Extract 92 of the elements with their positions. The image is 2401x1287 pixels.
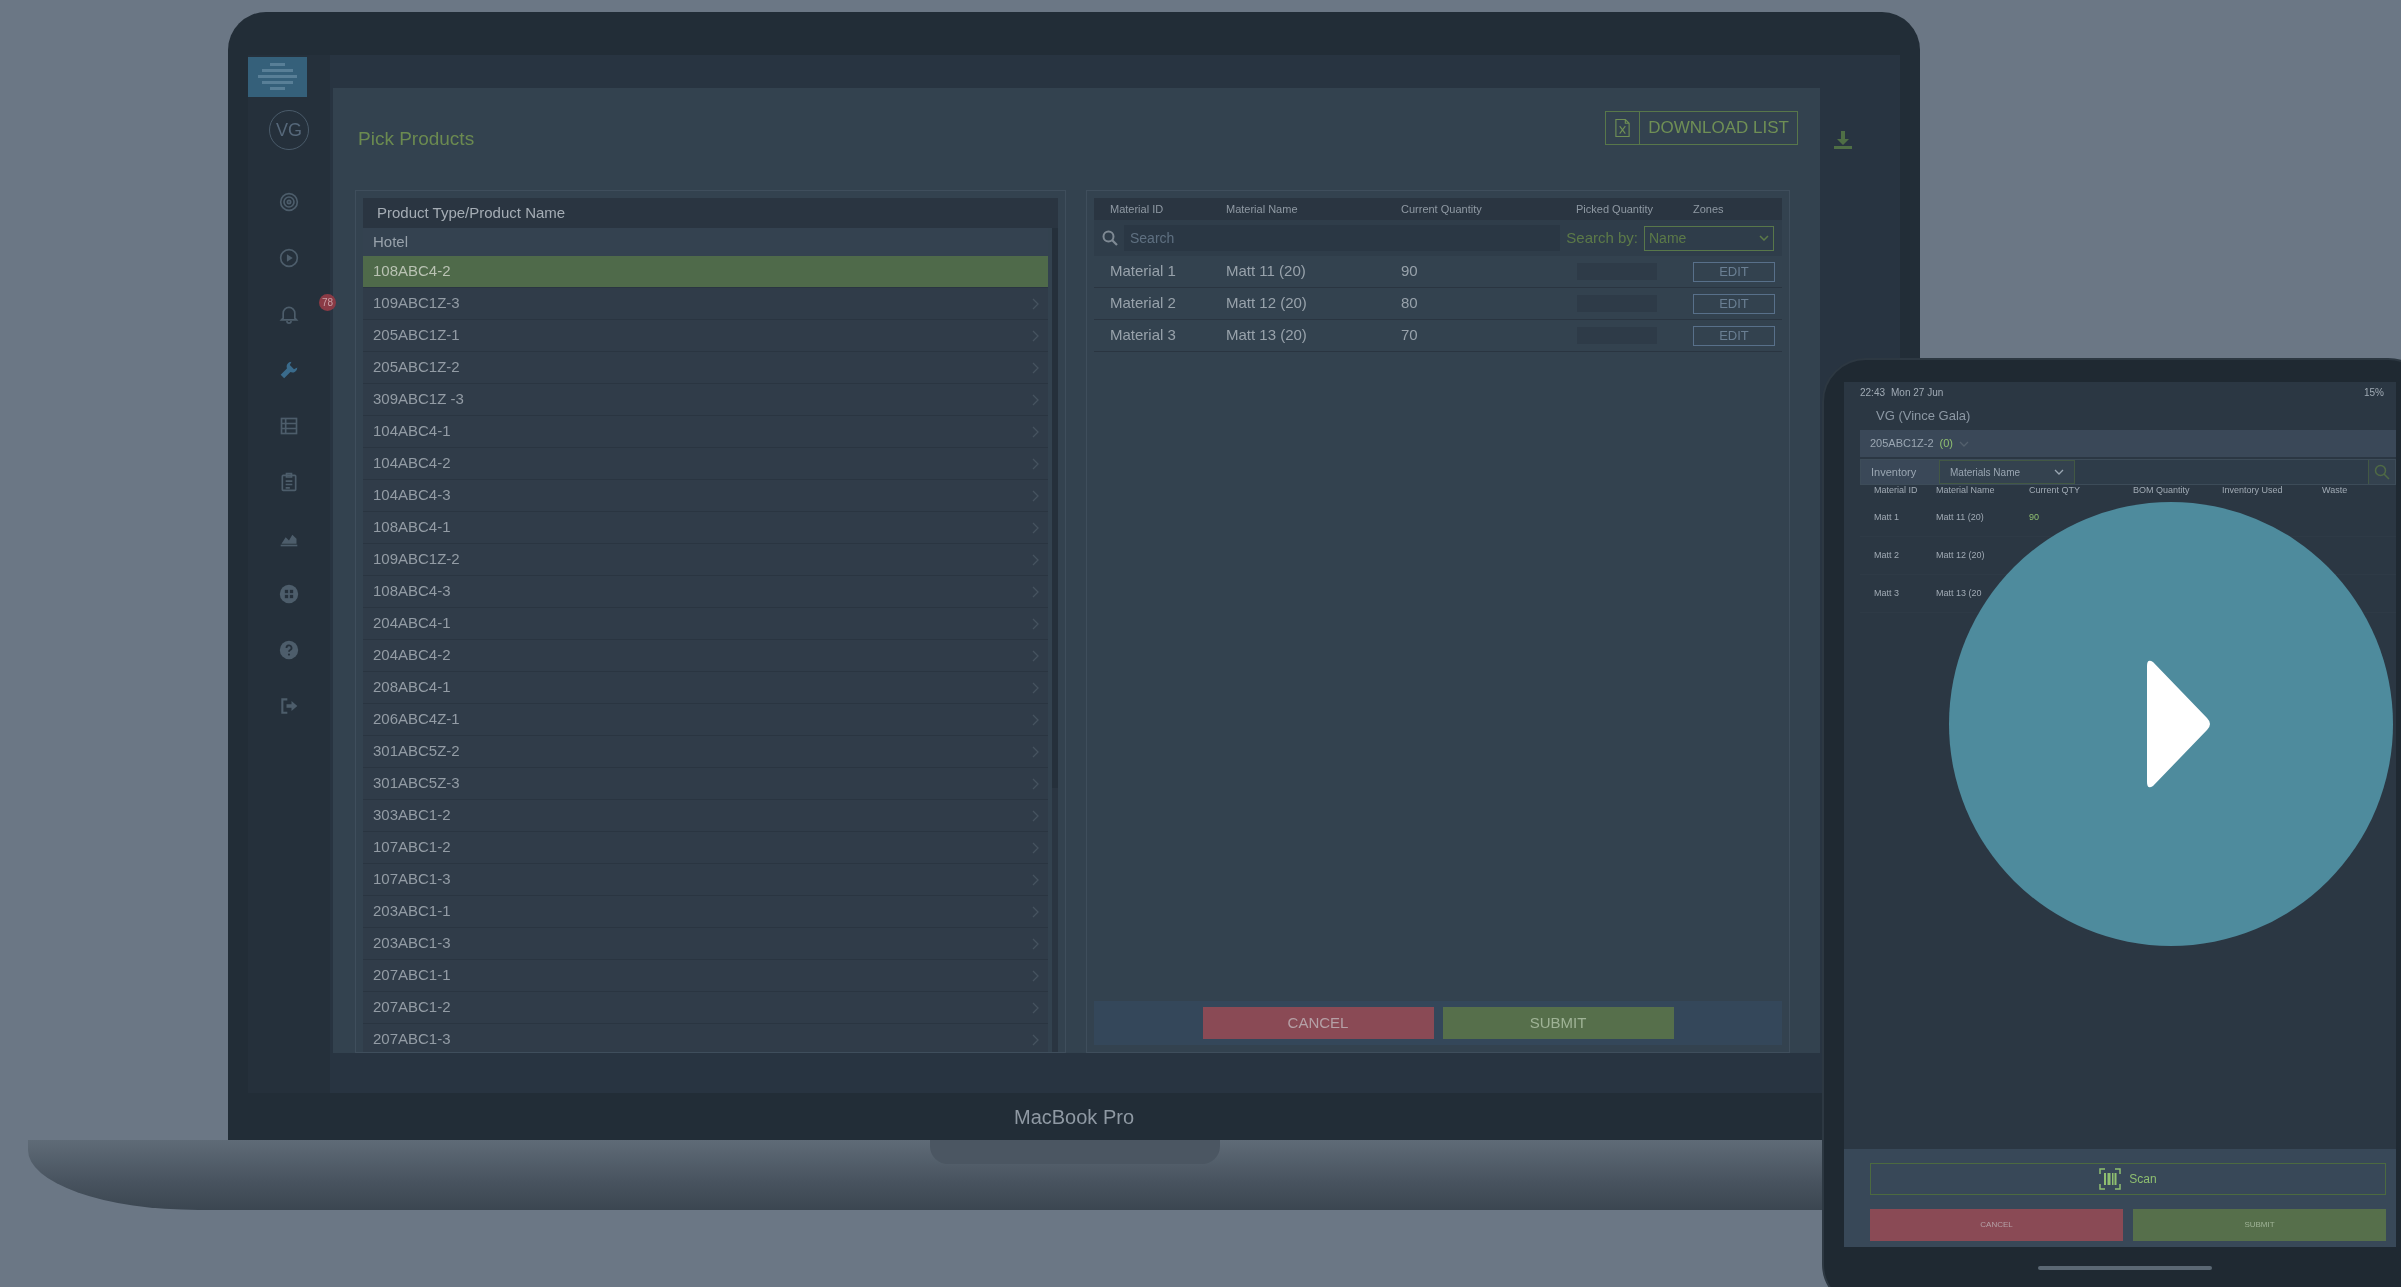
product-list-item[interactable]: 108ABC4-1 [363, 512, 1048, 544]
search-icon [1102, 230, 1118, 246]
page-title: Pick Products [357, 126, 475, 151]
list-icon[interactable] [279, 416, 299, 436]
filter-label: Inventory [1861, 460, 1939, 484]
product-list-item[interactable]: 207ABC1-2 [363, 992, 1048, 1024]
battery-level: 15% [2364, 385, 2384, 400]
column-header: Material ID [1110, 201, 1165, 217]
column-header: BOM Quantity [2133, 484, 2191, 498]
caret-icon [1759, 235, 1769, 241]
table-cell-text: Matt 11 (20) [1226, 261, 1307, 282]
column-header: Current Quantity [1401, 201, 1483, 217]
table-cell-text: Material 1 [1110, 261, 1177, 282]
edit-button[interactable]: EDIT [1693, 293, 1775, 314]
search-icon[interactable] [2374, 464, 2390, 480]
column-header: Picked Quantity [1576, 201, 1655, 217]
search-field[interactable] [2075, 460, 2369, 484]
clipboard-icon[interactable] [279, 472, 299, 492]
target-icon[interactable] [279, 192, 299, 212]
product-list-item[interactable]: 108ABC4-3 [363, 576, 1048, 608]
cancel-button[interactable]: CANCEL [1202, 1007, 1434, 1039]
play-circle-icon[interactable] [279, 248, 299, 268]
product-list-item[interactable]: 208ABC4-1 [363, 672, 1048, 704]
table-cell-text: Matt 12 (20) [1936, 548, 1986, 562]
column-header: Inventory Used [2222, 484, 2284, 498]
product-list-item[interactable]: 109ABC1Z-3 [363, 288, 1048, 320]
laptop-label: MacBook Pro [1013, 1104, 1135, 1130]
product-selector[interactable]: 205ABC1Z-2 (0) [1860, 430, 2396, 457]
product-list-item[interactable]: 309ABC1Z -3 [363, 384, 1048, 416]
product-list-item[interactable]: 109ABC1Z-2 [363, 544, 1048, 576]
barcode-icon [2099, 1168, 2122, 1190]
product-list-item[interactable]: 206ABC4Z-1 [363, 704, 1048, 736]
table-cell-text: Matt 12 (20) [1226, 293, 1308, 314]
search-field[interactable]: Search [1124, 225, 1561, 251]
notification-badge: 78 [319, 294, 336, 311]
user-title: VG (Vince Gala) [1875, 407, 1972, 426]
edit-button[interactable]: EDIT [1693, 261, 1775, 282]
edit-button[interactable]: EDIT [1693, 325, 1775, 346]
column-header: Material ID [1874, 484, 1919, 498]
table-cell-text: Matt 2 [1874, 548, 1900, 562]
product-list-item[interactable]: 205ABC1Z-2 [363, 352, 1048, 384]
download-list-button[interactable]: DOWNLOAD LIST [1605, 111, 1798, 145]
column-header: Material Name [1936, 484, 1996, 498]
table-cell-text: 70 [1401, 325, 1419, 346]
search-by-label: Search by: [1566, 227, 1638, 248]
column-header: Current QTY [2029, 484, 2081, 498]
product-list-item[interactable]: 205ABC1Z-1 [363, 320, 1048, 352]
product-list-item[interactable]: 104ABC4-2 [363, 448, 1048, 480]
column-header: Zones [1693, 201, 1725, 217]
product-list-item[interactable]: 207ABC1-1 [363, 960, 1048, 992]
status-time: 22:43 [1860, 385, 1886, 400]
product-list-item[interactable]: 107ABC1-2 [363, 832, 1048, 864]
table-cell-text: Matt 11 (20) [1936, 510, 1985, 524]
table-cell-text: 80 [1401, 293, 1419, 314]
filter-dropdown[interactable]: Materials Name [1939, 460, 2075, 484]
product-list-item[interactable]: 204ABC4-2 [363, 640, 1048, 672]
product-list-item[interactable]: 108ABC4-2 [363, 256, 1048, 288]
product-list-item[interactable]: 303ABC1-2 [363, 800, 1048, 832]
help-icon[interactable] [279, 640, 299, 660]
submit-button[interactable]: SUBMIT [2133, 1209, 2386, 1241]
status-date: Mon 27 Jun [1891, 385, 1944, 400]
scan-button[interactable]: Scan [1870, 1163, 2386, 1195]
table-cell-text: Material 3 [1110, 325, 1177, 346]
grid-circle-icon[interactable] [279, 584, 299, 604]
product-list-item[interactable]: 204ABC4-1 [363, 608, 1048, 640]
table-cell-text: Matt 3 [1874, 586, 1900, 600]
submit-button[interactable]: SUBMIT [1442, 1007, 1674, 1039]
table-cell-text: 90 [1401, 261, 1419, 282]
product-list-item[interactable]: 104ABC4-1 [363, 416, 1048, 448]
bell-icon[interactable] [279, 304, 299, 324]
product-list-item[interactable]: 203ABC1-1 [363, 896, 1048, 928]
search-by-dropdown[interactable]: Name [1644, 225, 1774, 251]
wrench-icon[interactable] [279, 360, 299, 380]
product-list-item[interactable]: 104ABC4-3 [363, 480, 1048, 512]
product-list-item[interactable]: 207ABC1-3 [363, 1024, 1048, 1052]
table-cell-text: Matt 13 (20 [1936, 586, 1983, 600]
cancel-button[interactable]: CANCEL [1870, 1209, 2123, 1241]
table-cell-text: 90 [2029, 510, 2040, 524]
column-header: Waste [2322, 484, 2349, 498]
column-header: Material Name [1226, 201, 1299, 217]
table-cell-text: Matt 13 (20) [1226, 325, 1308, 346]
caret-icon [2054, 469, 2064, 475]
table-cell-text: Matt 1 [1874, 510, 1900, 524]
product-list-item[interactable]: 301ABC5Z-3 [363, 768, 1048, 800]
list-header: Product Type/Product Name [363, 198, 1058, 228]
download-icon[interactable] [1833, 130, 1853, 150]
product-list-item[interactable]: 107ABC1-3 [363, 864, 1048, 896]
product-list-item[interactable]: 203ABC1-3 [363, 928, 1048, 960]
logout-icon[interactable] [279, 696, 299, 716]
caret-icon [1959, 439, 1970, 448]
table-cell-text: Material 2 [1110, 293, 1177, 314]
product-list-item[interactable]: 301ABC5Z-2 [363, 736, 1048, 768]
